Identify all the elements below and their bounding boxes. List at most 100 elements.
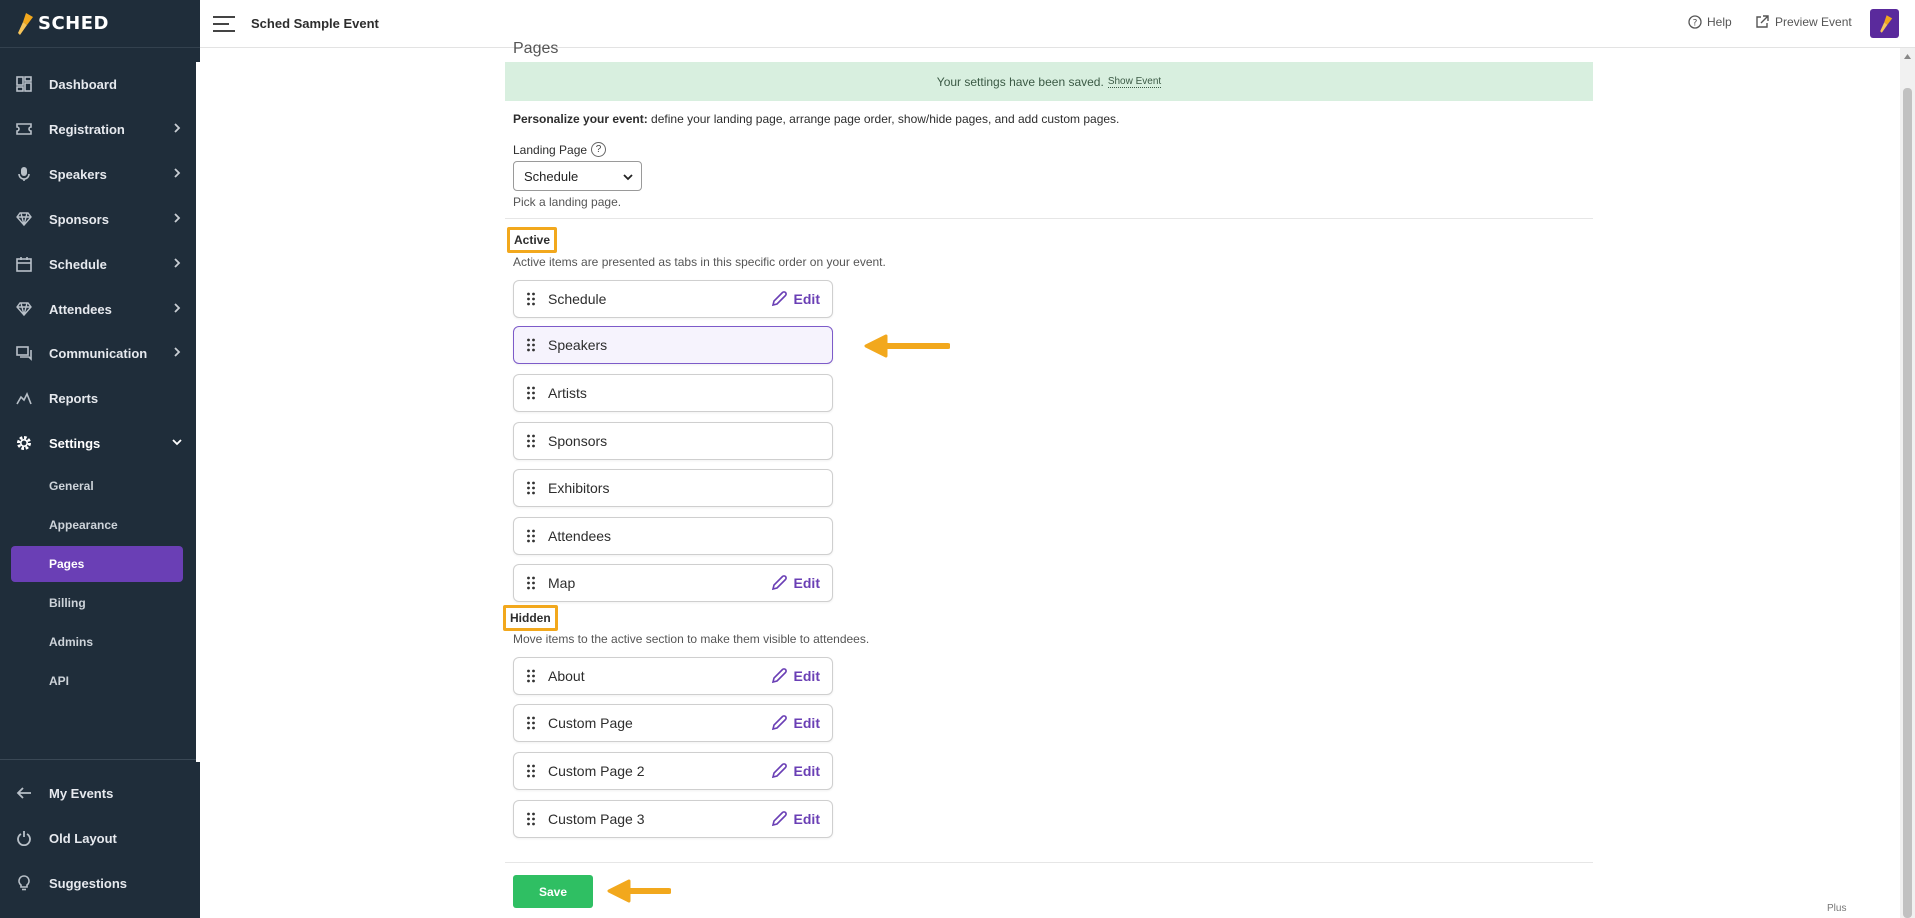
sidebar-item-label: Communication bbox=[49, 345, 148, 361]
page-item-schedule[interactable]: Schedule Edit bbox=[513, 280, 833, 318]
success-alert: Your settings have been saved. Show Even… bbox=[505, 62, 1593, 101]
sidebar-item-my-events[interactable]: My Events bbox=[0, 775, 200, 811]
page-item-about[interactable]: About Edit bbox=[513, 657, 833, 695]
page-item-exhibitors[interactable]: Exhibitors bbox=[513, 469, 833, 507]
chart-icon bbox=[15, 389, 33, 407]
drag-handle-icon[interactable] bbox=[526, 716, 536, 730]
sidebar-item-settings[interactable]: Settings bbox=[0, 425, 200, 461]
chevron-right-icon bbox=[174, 213, 181, 223]
sidebar-subitem-api[interactable]: API bbox=[11, 663, 183, 699]
divider bbox=[505, 862, 1593, 863]
sidebar-item-label: Old Layout bbox=[49, 830, 117, 846]
sidebar-item-suggestions[interactable]: Suggestions bbox=[0, 865, 200, 901]
sidebar: SCHED Dashboard Registration Speakers Sp… bbox=[0, 0, 200, 918]
page-item-map[interactable]: Map Edit bbox=[513, 564, 833, 602]
hidden-section-title: Hidden bbox=[503, 605, 558, 631]
page-item-attendees[interactable]: Attendees bbox=[513, 517, 833, 555]
help-icon: ? bbox=[1688, 15, 1702, 29]
edit-label: Edit bbox=[793, 763, 820, 779]
landing-page-label: Landing Page ? bbox=[513, 142, 607, 157]
drag-handle-icon[interactable] bbox=[526, 292, 536, 306]
scroll-up-icon[interactable] bbox=[1903, 52, 1912, 61]
sidebar-subitem-billing[interactable]: Billing bbox=[11, 585, 183, 621]
edit-button[interactable]: Edit bbox=[770, 667, 820, 685]
arrow-left-icon bbox=[15, 784, 33, 802]
edit-button[interactable]: Edit bbox=[770, 714, 820, 732]
edit-label: Edit bbox=[793, 668, 820, 684]
sidebar-subitem-general[interactable]: General bbox=[11, 468, 183, 504]
sidebar-item-schedule[interactable]: Schedule bbox=[0, 246, 200, 282]
page-item-label: Speakers bbox=[548, 337, 608, 353]
ticket-icon bbox=[15, 120, 33, 138]
drag-handle-icon[interactable] bbox=[526, 764, 536, 778]
page-item-custom-page-2[interactable]: Custom Page 2 Edit bbox=[513, 752, 833, 790]
hamburger-menu-icon[interactable] bbox=[213, 15, 235, 33]
sidebar-item-label: My Events bbox=[49, 785, 114, 801]
sidebar-item-old-layout[interactable]: Old Layout bbox=[0, 820, 200, 856]
show-event-link[interactable]: Show Event bbox=[1107, 76, 1162, 88]
page-item-sponsors[interactable]: Sponsors bbox=[513, 422, 833, 460]
chevron-right-icon bbox=[174, 258, 181, 268]
dashboard-icon bbox=[15, 75, 33, 93]
drag-handle-icon[interactable] bbox=[526, 481, 536, 495]
drag-handle-icon[interactable] bbox=[526, 669, 536, 683]
sidebar-item-sponsors[interactable]: Sponsors bbox=[0, 201, 200, 237]
edit-button[interactable]: Edit bbox=[770, 810, 820, 828]
scrollbar-thumb[interactable] bbox=[1903, 88, 1912, 918]
drag-handle-icon[interactable] bbox=[526, 386, 536, 400]
sidebar-subitem-appearance[interactable]: Appearance bbox=[11, 507, 183, 543]
drag-handle-icon[interactable] bbox=[526, 434, 536, 448]
sidebar-edge bbox=[196, 62, 200, 762]
edit-label: Edit bbox=[793, 291, 820, 307]
landing-select-value: Schedule bbox=[524, 168, 579, 184]
diamond-icon bbox=[15, 300, 33, 318]
sched-logo[interactable]: SCHED bbox=[0, 0, 200, 48]
page-item-custom-page-3[interactable]: Custom Page 3 Edit bbox=[513, 800, 833, 838]
page-item-label: Custom Page 3 bbox=[548, 811, 645, 827]
page-item-speakers[interactable]: Speakers bbox=[513, 326, 833, 364]
page-item-label: Custom Page 2 bbox=[548, 763, 645, 779]
lightbulb-icon bbox=[15, 874, 33, 892]
external-link-icon bbox=[1756, 15, 1769, 28]
preview-event-link[interactable]: Preview Event bbox=[1755, 15, 1852, 29]
sched-avatar-icon bbox=[1879, 14, 1892, 33]
sidebar-item-dashboard[interactable]: Dashboard bbox=[0, 66, 200, 102]
question-icon[interactable]: ? bbox=[591, 142, 607, 157]
preview-label: Preview Event bbox=[1775, 15, 1852, 29]
sidebar-item-label: Attendees bbox=[49, 301, 112, 317]
edit-button[interactable]: Edit bbox=[770, 574, 820, 592]
sidebar-subitem-label: Appearance bbox=[49, 518, 118, 532]
drag-handle-icon[interactable] bbox=[526, 529, 536, 543]
drag-handle-icon[interactable] bbox=[526, 812, 536, 826]
sidebar-subitem-admins[interactable]: Admins bbox=[11, 624, 183, 660]
drag-handle-icon[interactable] bbox=[526, 338, 536, 352]
landing-page-select[interactable]: Schedule bbox=[513, 161, 642, 191]
drag-handle-icon[interactable] bbox=[526, 576, 536, 590]
avatar[interactable] bbox=[1870, 9, 1899, 38]
sidebar-item-label: Reports bbox=[49, 390, 99, 406]
sidebar-item-reports[interactable]: Reports bbox=[0, 380, 200, 416]
power-icon bbox=[15, 829, 33, 847]
active-section-desc: Active items are presented as tabs in th… bbox=[513, 255, 886, 269]
page-item-label: Attendees bbox=[548, 528, 612, 544]
help-link[interactable]: ? Help bbox=[1688, 15, 1732, 29]
sidebar-item-speakers[interactable]: Speakers bbox=[0, 156, 200, 192]
page-item-artists[interactable]: Artists bbox=[513, 374, 833, 412]
edit-button[interactable]: Edit bbox=[770, 762, 820, 780]
annotation-arrow-icon bbox=[864, 334, 950, 358]
sidebar-divider bbox=[0, 759, 200, 760]
page-item-custom-page[interactable]: Custom Page Edit bbox=[513, 704, 833, 742]
intro-rest: define your landing page, arrange page o… bbox=[647, 112, 1120, 126]
top-bar: Sched Sample Event ? Help Preview Event bbox=[200, 0, 1915, 48]
sidebar-item-communication[interactable]: Communication bbox=[0, 335, 200, 371]
chevron-down-icon bbox=[623, 174, 633, 181]
edit-button[interactable]: Edit bbox=[770, 290, 820, 308]
sidebar-item-label: Sponsors bbox=[49, 211, 109, 227]
landing-help-text: Pick a landing page. bbox=[513, 195, 622, 209]
sidebar-subitem-pages[interactable]: Pages bbox=[11, 546, 183, 582]
sidebar-item-registration[interactable]: Registration bbox=[0, 111, 200, 147]
sidebar-item-attendees[interactable]: Attendees bbox=[0, 291, 200, 327]
pencil-icon bbox=[771, 668, 787, 684]
page-item-label: Sponsors bbox=[548, 433, 608, 449]
save-button[interactable]: Save bbox=[513, 875, 593, 908]
